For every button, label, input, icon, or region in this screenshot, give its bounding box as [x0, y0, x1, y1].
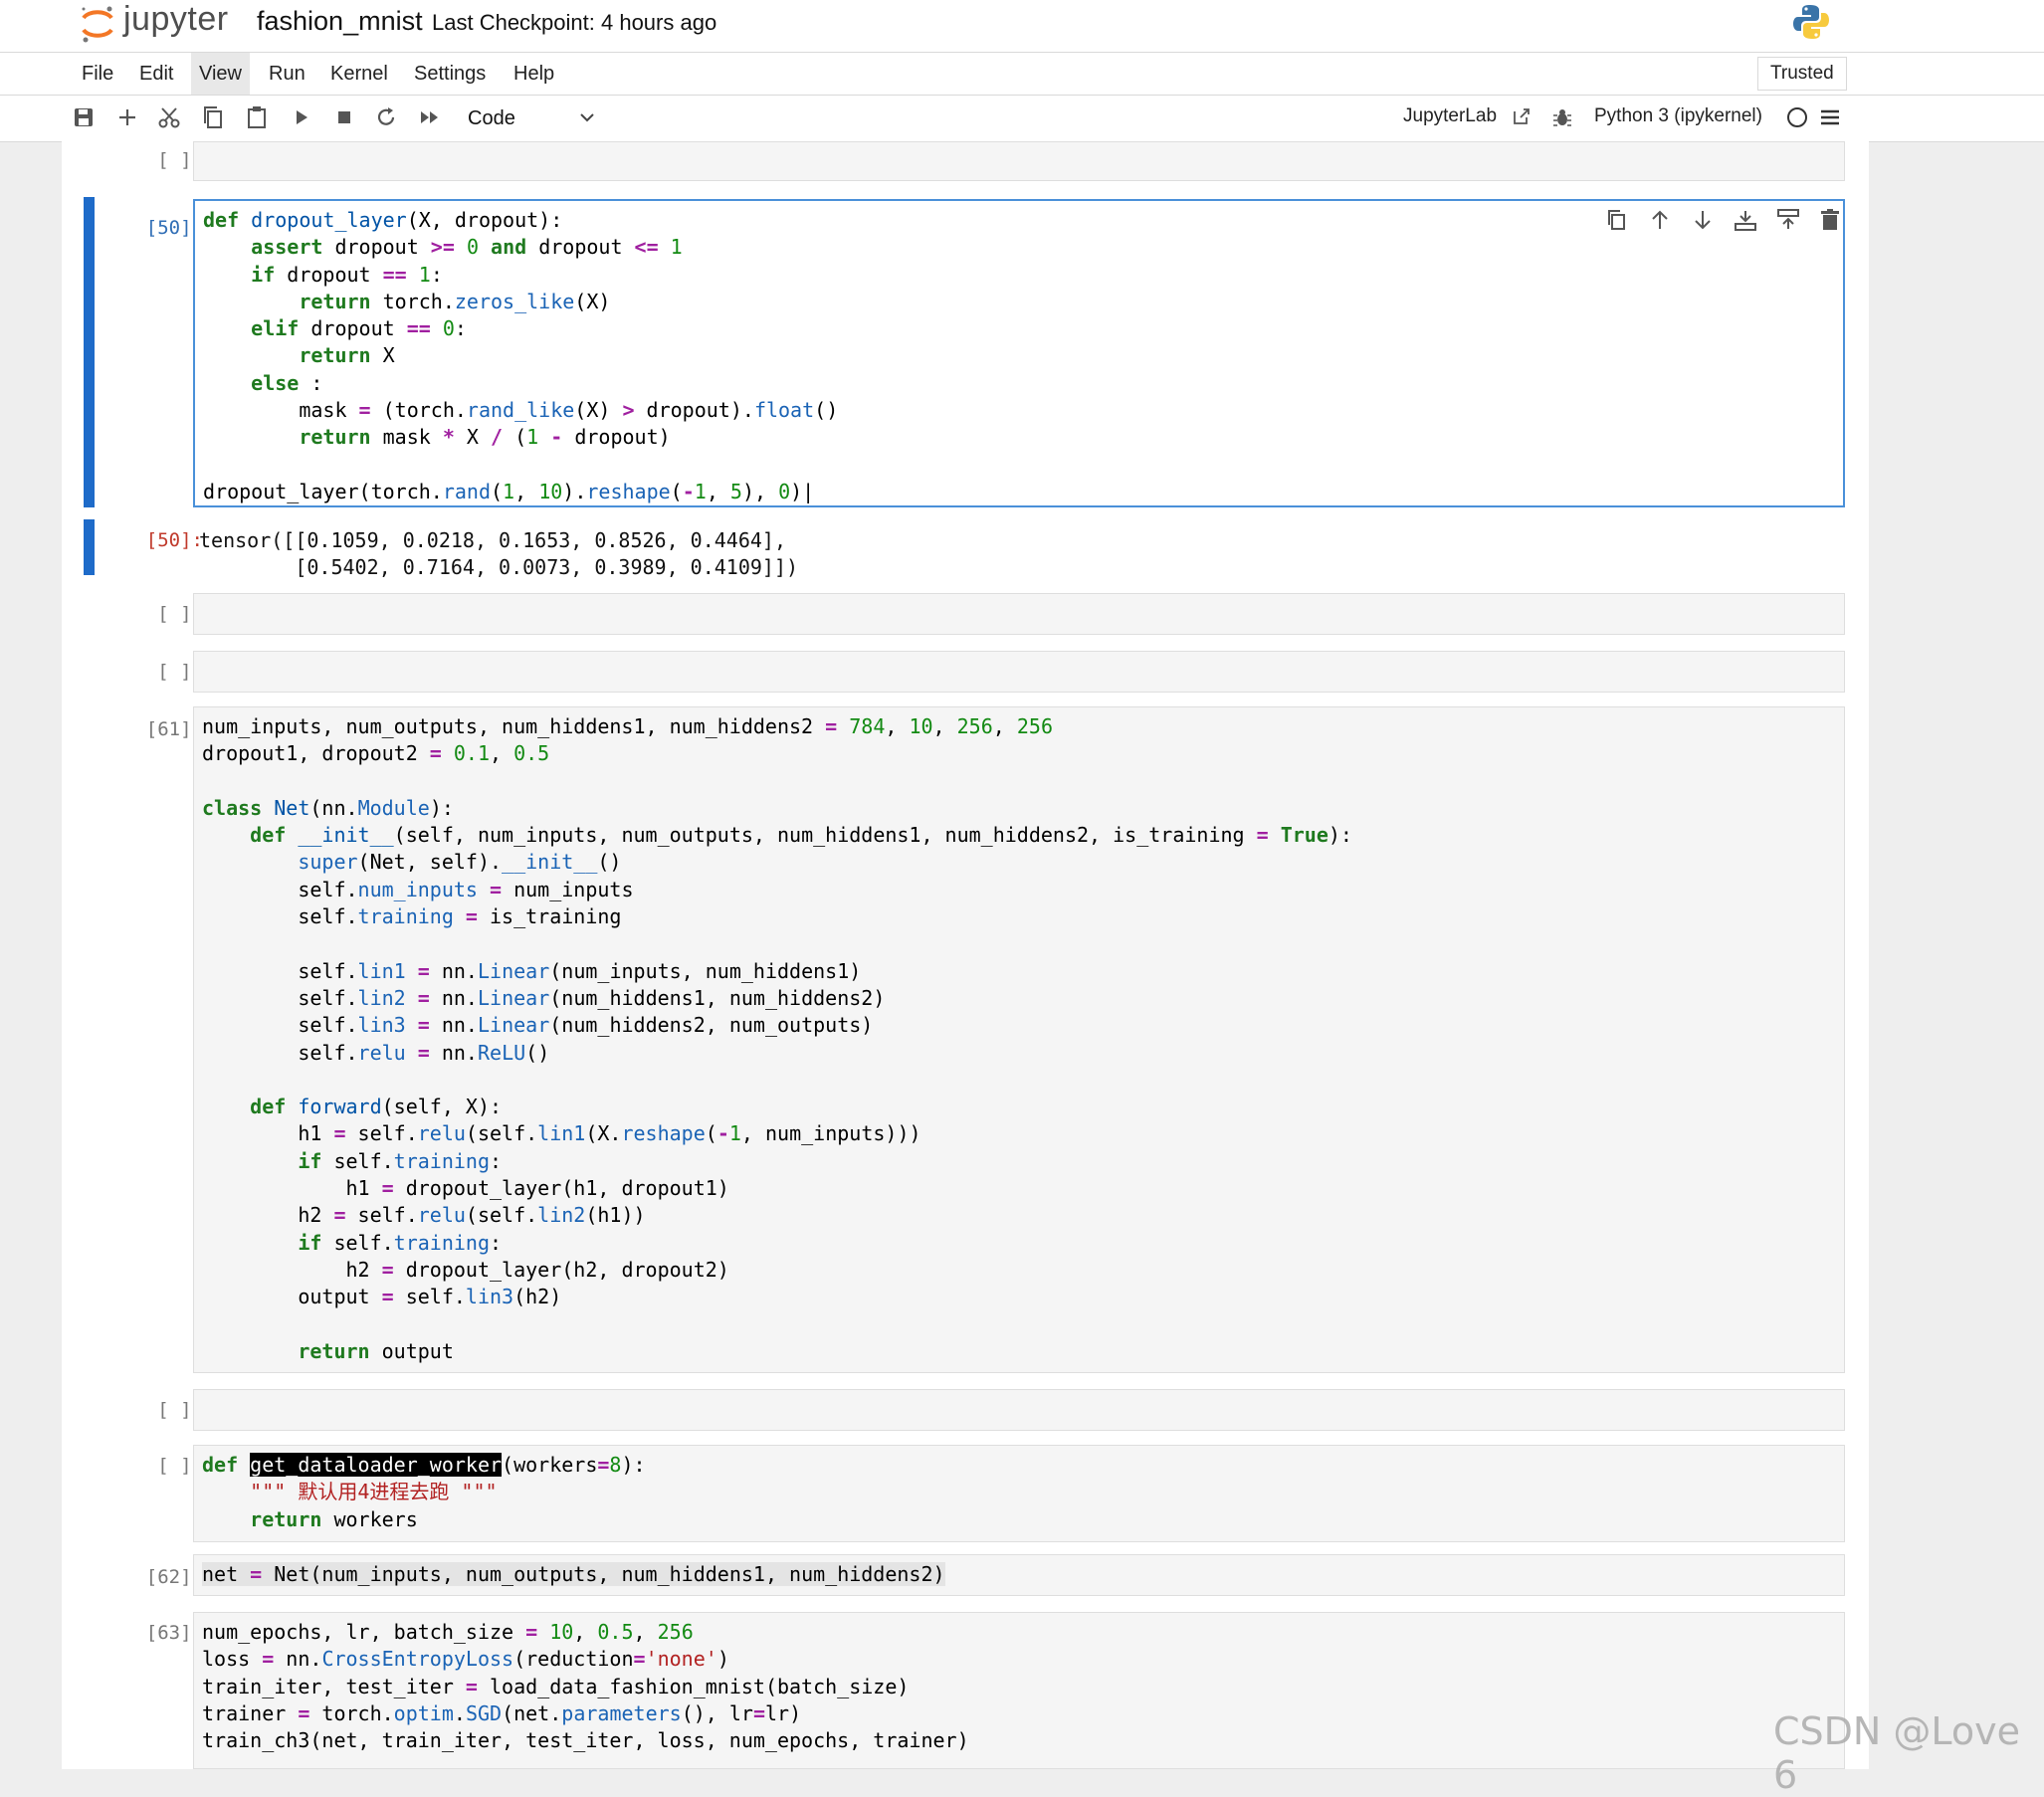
- cell-editor[interactable]: num_inputs, num_outputs, num_hiddens1, n…: [193, 706, 1845, 1373]
- add-cell-icon[interactable]: [113, 103, 141, 131]
- trusted-indicator[interactable]: Trusted: [1757, 57, 1847, 91]
- chevron-down-icon[interactable]: [577, 107, 597, 127]
- cell-editor[interactable]: def dropout_layer(X, dropout): assert dr…: [193, 199, 1845, 507]
- notebook-toolbar: Code JupyterLab Python 3 (ipykernel): [0, 96, 2044, 142]
- run-icon[interactable]: [287, 103, 314, 131]
- jupyterlab-link[interactable]: JupyterLab: [1403, 105, 1497, 127]
- debugger-bug-icon[interactable]: [1550, 105, 1574, 129]
- cell-editor[interactable]: def get_dataloader_worker(workers=8): ""…: [193, 1445, 1845, 1542]
- jupyter-logo-icon: [82, 6, 113, 43]
- paste-icon[interactable]: [243, 103, 271, 131]
- cell-collapser[interactable]: [84, 197, 95, 507]
- duplicate-icon[interactable]: [1604, 207, 1630, 233]
- cell-editor[interactable]: net = Net(num_inputs, num_outputs, num_h…: [193, 1554, 1845, 1596]
- notebook-title[interactable]: fashion_mnist: [257, 6, 423, 37]
- cell-prompt: [ ]:: [157, 1399, 203, 1421]
- code-content[interactable]: def get_dataloader_worker(workers=8): ""…: [194, 1446, 1844, 1539]
- cell-editor[interactable]: num_epochs, lr, batch_size = 10, 0.5, 25…: [193, 1612, 1845, 1769]
- menu-settings[interactable]: Settings: [406, 53, 494, 95]
- menu-help[interactable]: Help: [506, 53, 562, 95]
- cell-editor[interactable]: [193, 141, 1845, 181]
- cell-prompt: [50]:: [145, 217, 203, 239]
- copy-icon[interactable]: [199, 103, 227, 131]
- code-content[interactable]: num_epochs, lr, batch_size = 10, 0.5, 25…: [194, 1613, 1844, 1760]
- kernel-status-idle-icon: [1787, 107, 1807, 127]
- code-content[interactable]: num_inputs, num_outputs, num_hiddens1, n…: [194, 707, 1844, 1371]
- cell-prompt: [63]:: [145, 1622, 203, 1644]
- menu-file[interactable]: File: [74, 53, 121, 95]
- python-logo-icon: [1793, 5, 1829, 39]
- checkpoint-status: Last Checkpoint: 4 hours ago: [432, 10, 717, 35]
- save-icon[interactable]: [70, 103, 98, 131]
- kernel-name[interactable]: Python 3 (ipykernel): [1594, 105, 1762, 127]
- cell-editor[interactable]: [193, 651, 1845, 693]
- move-up-icon[interactable]: [1647, 207, 1673, 233]
- menu-edit[interactable]: Edit: [131, 53, 181, 95]
- top-bar: jupyter fashion_mnist Last Checkpoint: 4…: [0, 0, 2044, 53]
- cell-prompt: [62]:: [145, 1566, 203, 1588]
- menu-bar: File Edit View Run Kernel Settings Help …: [0, 53, 2044, 96]
- insert-below-icon[interactable]: [1733, 207, 1758, 233]
- cell-prompt: [ ]:: [157, 149, 203, 171]
- insert-above-icon[interactable]: [1775, 207, 1801, 233]
- menu-kernel[interactable]: Kernel: [322, 53, 396, 95]
- cell-prompt: [61]:: [145, 718, 203, 740]
- menu-icon[interactable]: [1819, 107, 1841, 127]
- notebook-panel: [ ]: [50]: def dropout_layer(X, dropout)…: [62, 141, 1869, 1769]
- fast-forward-icon[interactable]: [416, 103, 444, 131]
- code-content[interactable]: def dropout_layer(X, dropout): assert dr…: [195, 201, 1843, 511]
- cell-editor[interactable]: [193, 593, 1845, 635]
- external-link-icon[interactable]: [1511, 105, 1533, 127]
- cell-prompt: [ ]:: [157, 1455, 203, 1477]
- stop-icon[interactable]: [330, 103, 358, 131]
- move-down-icon[interactable]: [1690, 207, 1716, 233]
- menu-run[interactable]: Run: [261, 53, 313, 95]
- watermark: CSDN @Love 6: [1773, 1709, 2021, 1797]
- output-prompt: [50]:: [145, 529, 203, 551]
- output-text: tensor([[0.1059, 0.0218, 0.1653, 0.8526,…: [199, 528, 799, 579]
- delete-icon[interactable]: [1817, 207, 1843, 233]
- cell-prompt: [ ]:: [157, 661, 203, 683]
- code-content[interactable]: net = Net(num_inputs, num_outputs, num_h…: [194, 1555, 1844, 1594]
- cell-editor[interactable]: [193, 1389, 1845, 1431]
- cut-icon[interactable]: [155, 103, 183, 131]
- menu-view[interactable]: View: [191, 53, 250, 95]
- cell-prompt: [ ]:: [157, 603, 203, 625]
- restart-icon[interactable]: [372, 103, 400, 131]
- jupyter-logo-text[interactable]: jupyter: [123, 0, 229, 39]
